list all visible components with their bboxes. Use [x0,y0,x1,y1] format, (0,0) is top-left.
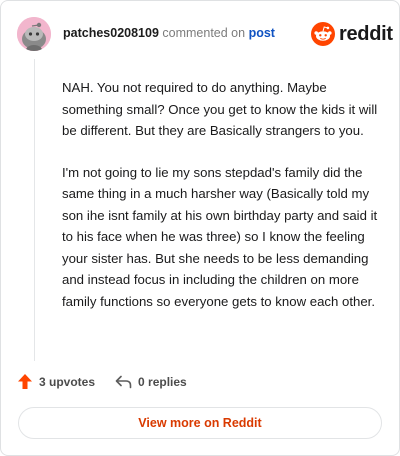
reply-arrow-icon [115,375,132,388]
upvote-count: 3 upvotes [39,374,96,389]
reddit-wordmark: reddit [339,22,393,45]
comment-body: NAH. You not required to do anything. Ma… [62,77,382,332]
reply-button[interactable]: 0 replies [115,375,187,389]
action-text: commented on [162,26,246,40]
comment-paragraph: I'm not going to lie my sons stepdad's f… [62,164,378,309]
user-avatar[interactable] [17,17,51,51]
thread-line [34,59,35,361]
reddit-logo[interactable]: reddit [311,21,393,47]
comment-card: patches0208109 commented on post reddit … [0,0,400,456]
snoo-avatar-icon [17,17,51,51]
post-link[interactable]: post [249,26,275,40]
reddit-snoo-icon [311,22,335,46]
comment-header: patches0208109 commented on post [63,25,275,41]
username[interactable]: patches0208109 [63,26,159,40]
view-more-button[interactable]: View more on Reddit [18,407,382,439]
upvote-arrow-icon [18,374,32,389]
reply-count: 0 replies [138,374,187,389]
comment-footer: 3 upvotes 0 replies [17,373,187,390]
upvote-button[interactable]: 3 upvotes [17,373,95,390]
comment-paragraph: NAH. You not required to do anything. Ma… [62,80,378,138]
